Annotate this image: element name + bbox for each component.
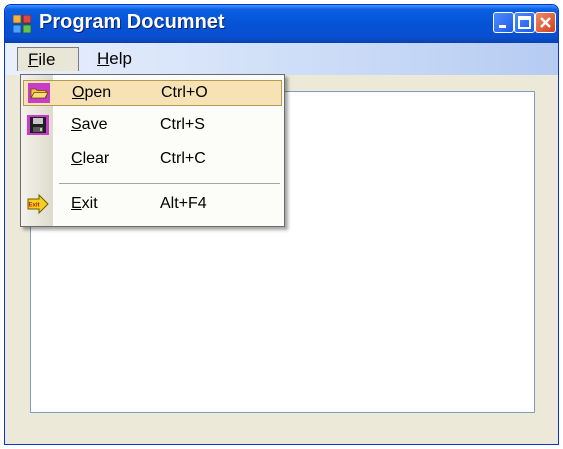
menu-item-clear[interactable]: Clear Ctrl+C [23,147,282,173]
menu-help-mnemonic: H [97,49,110,68]
menu-item-clear-label: Clear [71,150,110,167]
menu-file-mnemonic: F [28,50,39,69]
menu-file-label: ile [38,50,56,69]
maximize-icon [518,16,531,29]
menu-item-open-label: Open [72,84,112,101]
menu-item-exit-shortcut: Alt+F4 [160,195,207,212]
menu-item-save-label: Save [71,116,108,133]
close-button[interactable] [535,12,556,33]
minimize-button[interactable] [493,12,514,33]
close-icon [540,17,551,28]
file-menu-dropdown: Open Ctrl+O Save Ctrl+S Clear Ctrl+C Exi… [20,74,285,227]
floppy-disk-icon [27,115,49,135]
menu-item-exit-label: Exit [71,195,98,212]
svg-text:Exit: Exit [28,203,39,209]
window-title: Program Documnet [39,11,225,33]
menu-item-open-shortcut: Ctrl+O [161,84,208,101]
menu-separator [59,183,280,184]
application-icon [13,15,31,33]
open-folder-icon [28,83,50,103]
app-window: Program Documnet File Help Open Ctrl+O S… [4,4,559,445]
menu-item-save-shortcut: Ctrl+S [160,116,205,133]
menu-help[interactable]: Help [89,47,140,71]
title-bar[interactable]: Program Documnet [5,5,558,43]
menu-item-save[interactable]: Save Ctrl+S [23,113,282,139]
exit-arrow-icon: Exit [27,194,49,214]
menu-help-label: elp [109,49,132,68]
minimize-icon [499,25,506,28]
menu-file[interactable]: File [17,47,79,71]
menu-item-open[interactable]: Open Ctrl+O [23,80,282,106]
menu-item-clear-shortcut: Ctrl+C [160,150,206,167]
menu-bar: File Help [5,43,558,75]
menu-item-exit[interactable]: Exit Exit Alt+F4 [23,192,282,218]
maximize-button[interactable] [514,12,535,33]
